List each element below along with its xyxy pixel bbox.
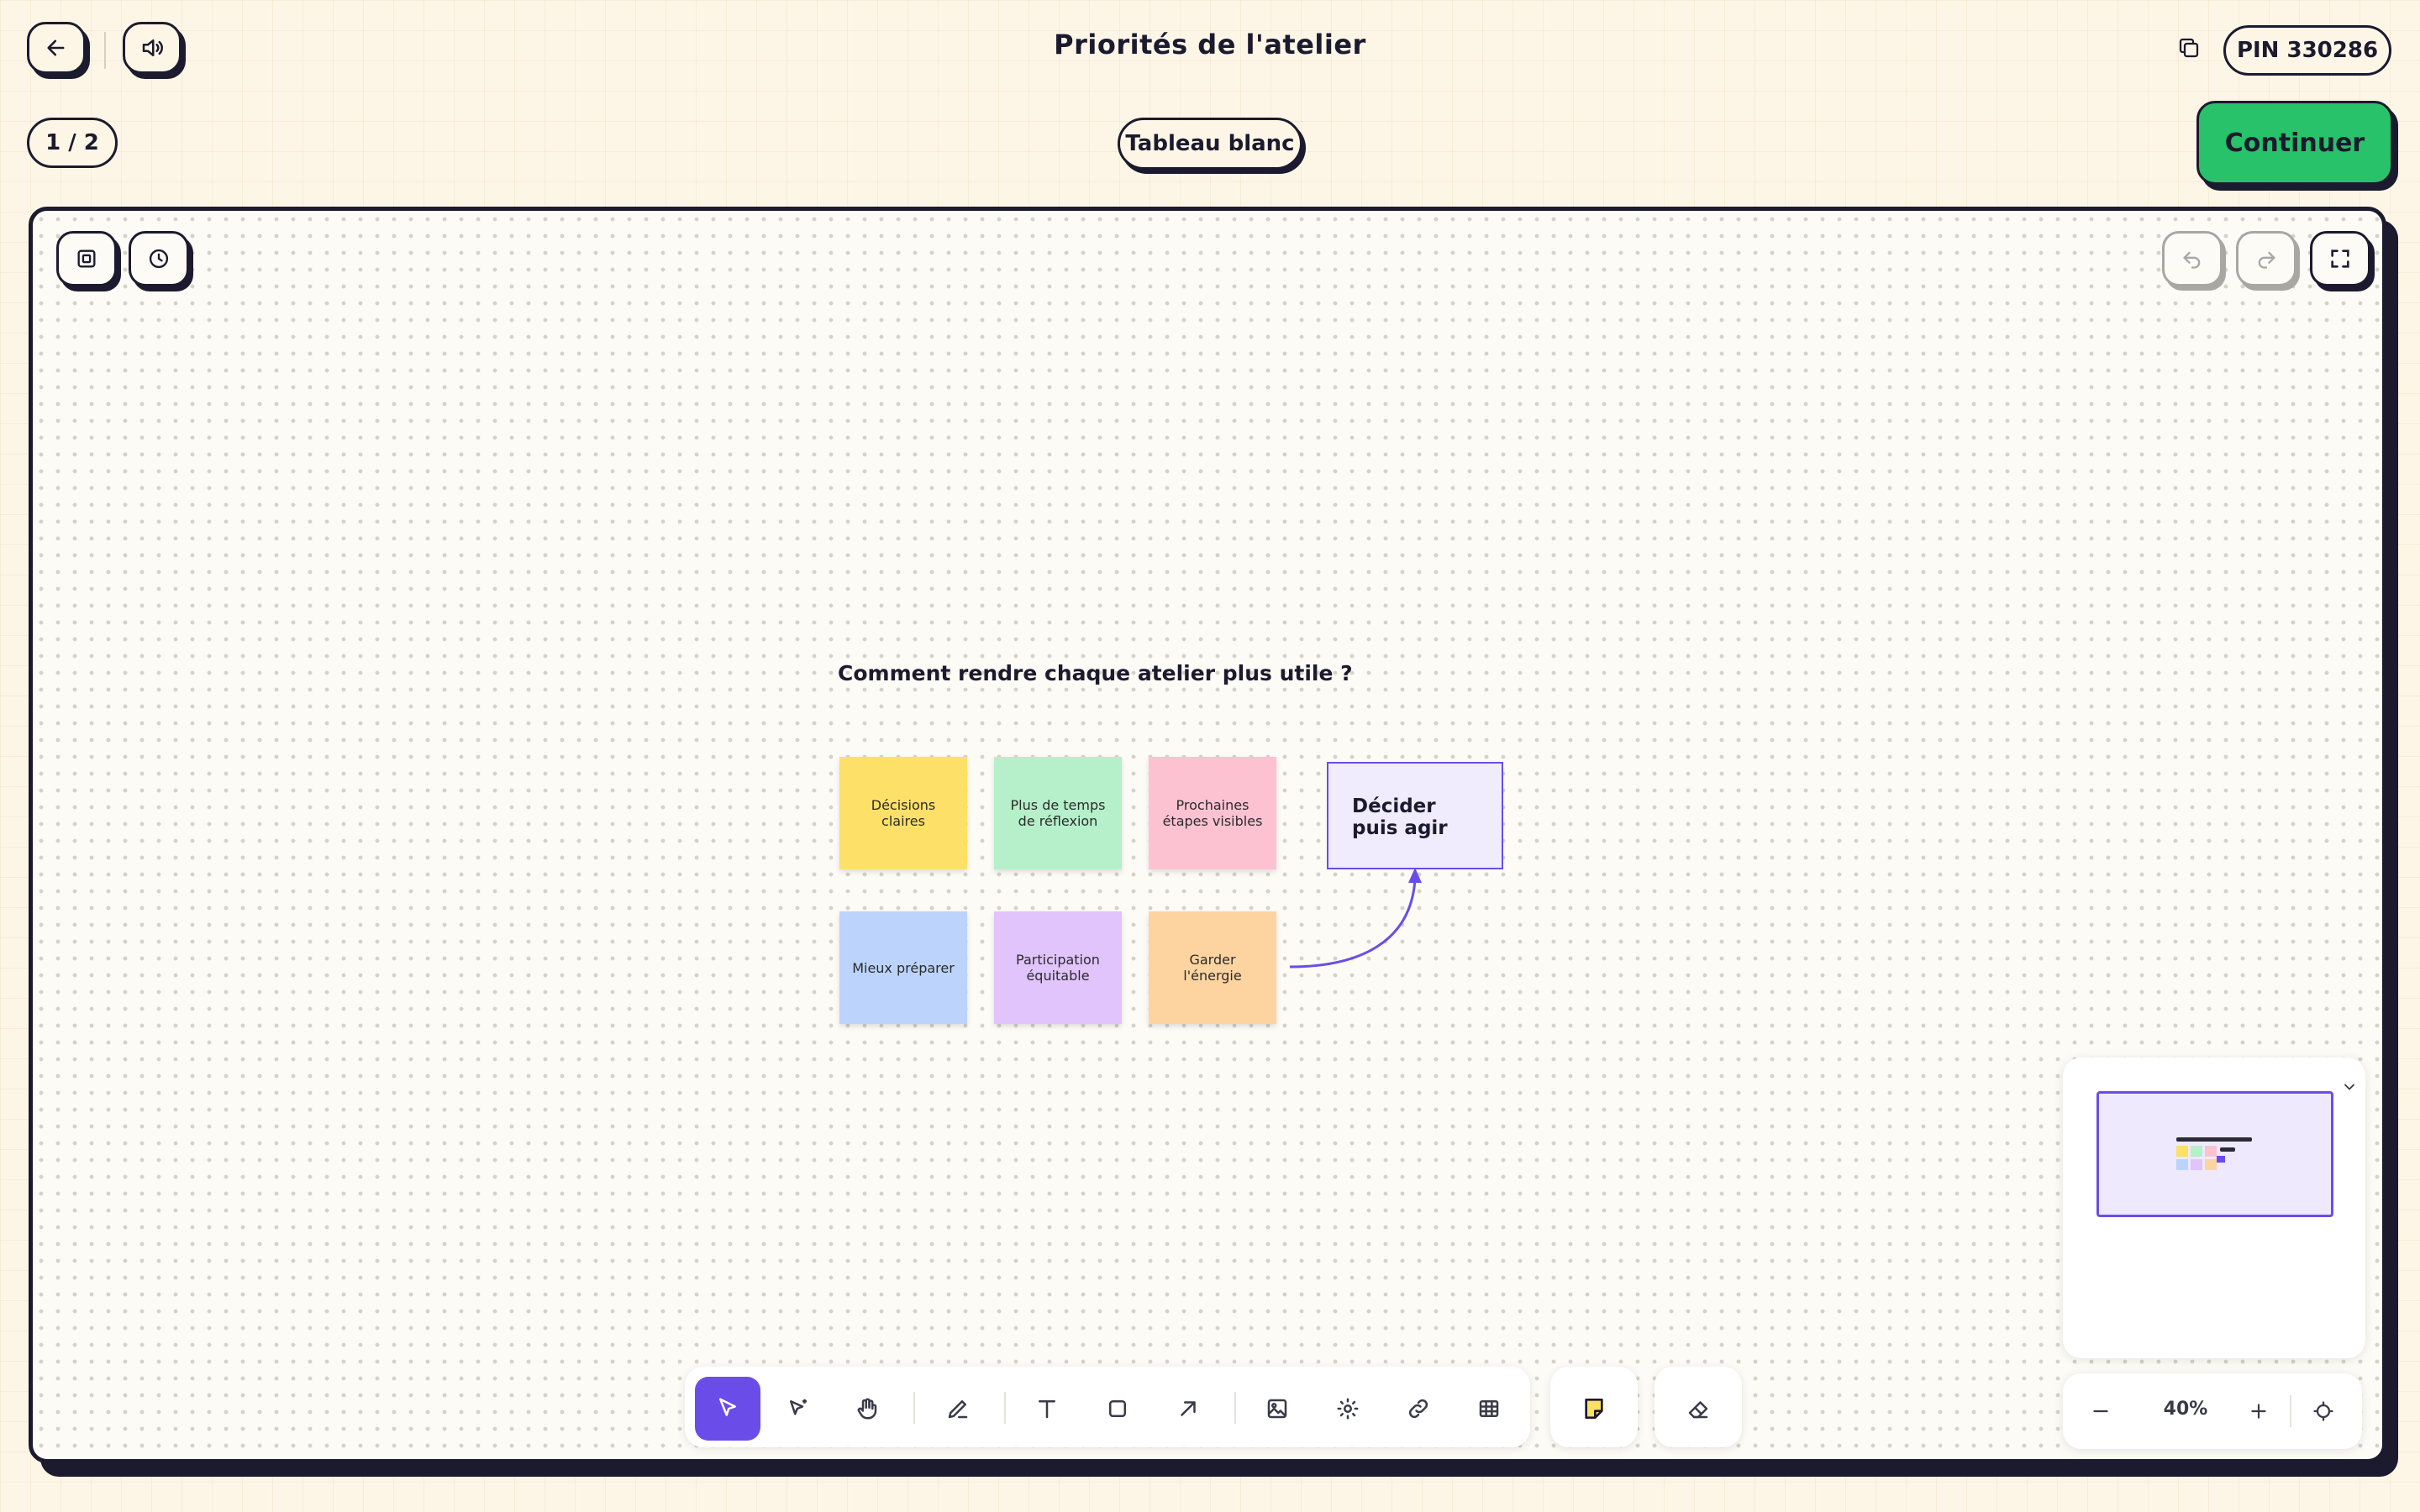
eraser-toolbar — [1655, 1367, 1742, 1447]
eraser-icon — [1688, 1401, 1708, 1419]
arrow-icon — [1181, 1401, 1196, 1416]
tool-link[interactable] — [1386, 1377, 1451, 1441]
tool-eraser[interactable] — [1665, 1377, 1731, 1441]
zoom-in-button[interactable] — [2236, 1389, 2281, 1434]
tool-pen[interactable] — [925, 1377, 991, 1441]
zoom-separator — [2290, 1395, 2291, 1427]
toolbar-separator — [1004, 1392, 1006, 1424]
drawing-toolbar — [685, 1367, 1530, 1447]
pen-icon — [948, 1400, 968, 1419]
tool-select[interactable] — [695, 1377, 760, 1441]
tool-magic-select[interactable] — [765, 1377, 831, 1441]
crosshair-icon — [2313, 1401, 2333, 1421]
minimap-heading-mark — [2176, 1137, 2252, 1142]
minimap-note — [2205, 1159, 2217, 1170]
link-icon — [1408, 1399, 1428, 1419]
toolbar-separator — [913, 1392, 915, 1424]
mode-toggle-button[interactable]: Tableau blanc — [1118, 118, 1302, 170]
pin-badge: PIN 330286 — [2223, 25, 2391, 76]
zoom-controls: 40% — [2063, 1373, 2362, 1449]
minimap-collapse-button[interactable] — [2335, 1073, 2364, 1101]
minimap-note — [2191, 1159, 2202, 1170]
tool-sparkle[interactable] — [1315, 1377, 1381, 1441]
minimap-box-mark — [2220, 1147, 2235, 1152]
tool-rectangle[interactable] — [1085, 1377, 1150, 1441]
rectangle-icon — [1109, 1400, 1126, 1417]
tool-image[interactable] — [1244, 1377, 1310, 1441]
select-icon — [719, 1398, 736, 1416]
minimap-panel[interactable] — [2063, 1058, 2365, 1358]
recenter-button[interactable] — [2298, 1389, 2349, 1434]
chevron-down-icon — [2344, 1084, 2354, 1090]
minimap-viewport[interactable] — [2096, 1091, 2333, 1217]
toolbar-separator — [1234, 1392, 1236, 1424]
tool-arrow[interactable] — [1155, 1377, 1221, 1441]
sparkle-icon — [1337, 1398, 1359, 1420]
whiteboard-canvas[interactable]: Comment rendre chaque atelier plus utile… — [29, 207, 2386, 1463]
page-title: Priorités de l'atelier — [1054, 29, 1366, 60]
minimap-note — [2191, 1146, 2202, 1157]
text-icon — [1039, 1400, 1055, 1419]
tool-text[interactable] — [1014, 1377, 1080, 1441]
tool-sticky-note[interactable] — [1561, 1377, 1627, 1441]
minimap-note — [2176, 1159, 2188, 1170]
table-icon — [1479, 1400, 1499, 1417]
copy-icon — [2179, 38, 2199, 58]
tool-hand[interactable] — [834, 1377, 900, 1441]
magic-select-icon — [790, 1399, 807, 1415]
page-counter: 1 / 2 — [27, 118, 118, 168]
tool-table[interactable] — [1456, 1377, 1522, 1441]
connector-arrow[interactable] — [33, 211, 2382, 1459]
minimap-note — [2205, 1146, 2217, 1157]
zoom-level: 40% — [2163, 1399, 2208, 1420]
sticky-note-toolbar — [1550, 1367, 1638, 1447]
minimap-note — [2176, 1146, 2188, 1157]
hand-icon — [857, 1398, 877, 1420]
continue-button[interactable]: Continuer — [2196, 101, 2393, 185]
minus-icon — [2093, 1410, 2108, 1413]
minimap-arrow-mark — [2217, 1156, 2225, 1163]
plus-icon — [2251, 1404, 2266, 1419]
zoom-out-button[interactable] — [2078, 1389, 2123, 1434]
image-icon — [1267, 1399, 1287, 1419]
copy-button[interactable] — [2176, 35, 2202, 60]
sticky-note-icon — [1585, 1399, 1603, 1419]
